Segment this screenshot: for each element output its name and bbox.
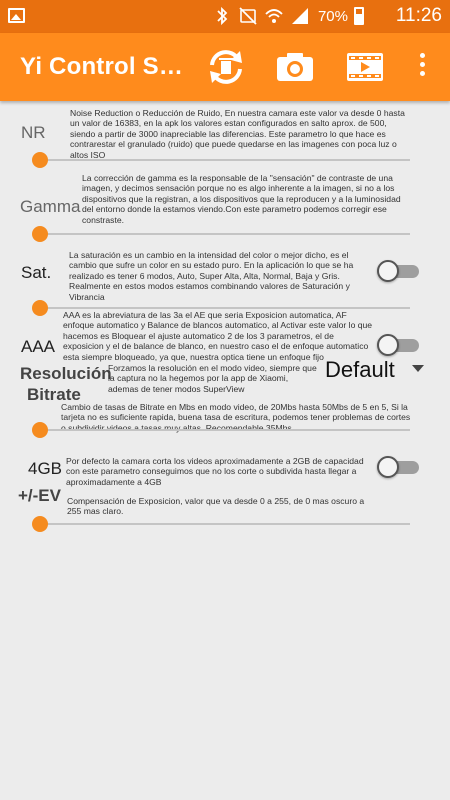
sync-delete-icon[interactable] [204, 45, 248, 89]
sat-toggle[interactable] [377, 260, 419, 282]
bluetooth-icon [217, 6, 228, 26]
nr-label: NR [21, 123, 46, 142]
more-vert-icon[interactable] [414, 53, 430, 81]
resolucion-description: Forzamos la resolución en el modo video,… [108, 363, 317, 394]
app-title: Yi Control S… [20, 53, 184, 80]
nr-slider[interactable] [33, 159, 410, 161]
ev-description: Compensación de Exposicion, valor que va… [67, 496, 365, 517]
resolucion-dropdown[interactable]: Default [325, 357, 395, 383]
signal-icon [291, 8, 308, 24]
gamma-slider[interactable] [33, 233, 410, 235]
gamma-label: Gamma [20, 197, 81, 216]
clock: 11:26 [395, 5, 442, 26]
gallery-icon [8, 8, 25, 23]
ev-slider[interactable] [33, 523, 410, 525]
sat-slider[interactable] [33, 307, 410, 309]
gamma-description: La corrección de gamma es la responsable… [82, 173, 401, 225]
status-bar: 70% 11:26 [0, 0, 450, 33]
sat-label: Sat. [21, 263, 52, 282]
ev-label: +/-EV [18, 486, 61, 505]
4gb-toggle[interactable] [377, 456, 419, 478]
4gb-description: Por defecto la camara corta los videos a… [66, 456, 364, 487]
battery-percent: 70% [317, 7, 348, 25]
video-icon[interactable] [343, 45, 387, 89]
sat-description: La saturación es un cambio en la intensi… [69, 250, 354, 302]
bitrate-slider[interactable] [33, 429, 410, 431]
wifi-icon [265, 9, 283, 23]
resolucion-label: Resolución [20, 364, 112, 383]
mute-icon [239, 7, 257, 25]
bitrate-slider-thumb[interactable] [32, 422, 48, 438]
battery-icon [354, 7, 364, 25]
aaa-description: AAA es la abreviatura de las 3a el AE qu… [63, 310, 373, 362]
camera-icon[interactable] [273, 45, 317, 89]
sat-slider-thumb[interactable] [32, 300, 48, 316]
app-bar: Yi Control S… [0, 33, 450, 101]
aaa-label: AAA [21, 337, 56, 356]
nr-slider-thumb[interactable] [32, 152, 48, 168]
ev-slider-thumb[interactable] [32, 516, 48, 532]
gamma-slider-thumb[interactable] [32, 226, 48, 242]
dropdown-caret-icon[interactable] [412, 365, 424, 372]
nr-description: Noise Reduction o Reducción de Ruido, En… [70, 108, 405, 160]
aaa-toggle[interactable] [377, 334, 419, 356]
4gb-label: 4GB [28, 459, 63, 478]
